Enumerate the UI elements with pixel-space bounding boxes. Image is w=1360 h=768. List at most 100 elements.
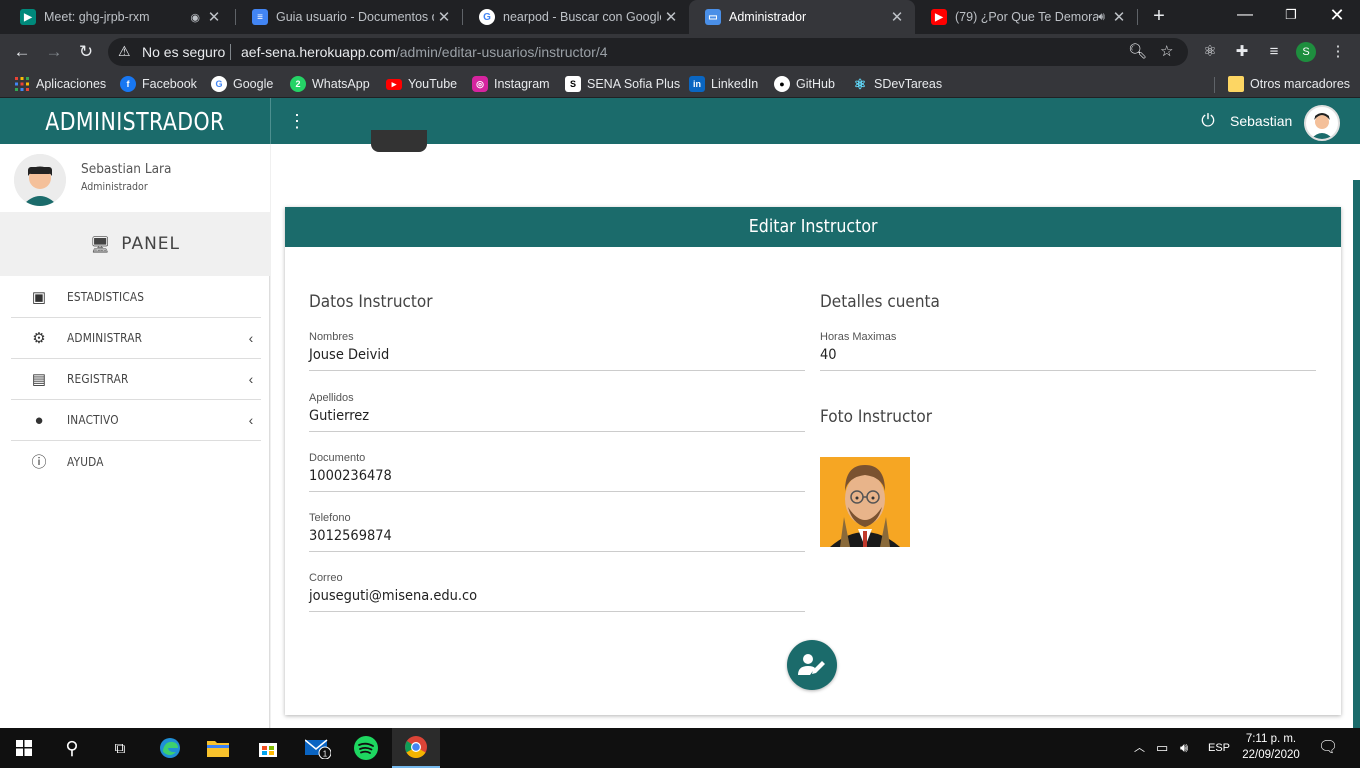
tray-expand-icon[interactable]: ︿ xyxy=(1134,728,1145,768)
store-icon[interactable] xyxy=(244,728,292,768)
bookmark-star-icon[interactable]: ☆ xyxy=(1160,42,1173,60)
sena-icon: S xyxy=(565,76,581,92)
bookmark-label: WhatsApp xyxy=(312,77,370,91)
bookmark-youtube[interactable]: ▸ YouTube xyxy=(386,75,457,93)
media-queue-icon[interactable]: ≡ xyxy=(1264,42,1284,62)
topbar-username[interactable]: Sebastian xyxy=(1230,113,1292,129)
react-devtools-icon[interactable]: ⚛ xyxy=(1200,42,1220,62)
field-label: Horas Maximas xyxy=(820,331,897,343)
bookmark-label: Otros marcadores xyxy=(1250,77,1351,91)
volume-icon[interactable]: 🔊︎ xyxy=(1180,728,1188,768)
sidebar-toggle-icon[interactable]: ⋮ xyxy=(288,110,306,132)
instagram-icon: ◎ xyxy=(472,76,488,92)
id-card-icon: ▤ xyxy=(31,371,47,388)
notifications-icon[interactable]: 🗨︎ xyxy=(1318,728,1338,768)
power-icon[interactable]: ⏻ xyxy=(1198,110,1218,132)
user-edit-icon xyxy=(798,654,825,675)
network-icon[interactable]: ▭ xyxy=(1156,728,1168,768)
minimize-icon[interactable]: — xyxy=(1222,0,1268,30)
windows-start-icon[interactable] xyxy=(0,728,48,768)
forward-icon[interactable]: → xyxy=(42,40,66,64)
omnibox-divider xyxy=(230,44,231,60)
bookmark-linkedin[interactable]: in LinkedIn xyxy=(689,75,758,93)
sidebar-item-ayuda[interactable]: ⓘ AYUDA xyxy=(11,441,261,482)
bookmark-sdevtareas[interactable]: ⚛ SDevTareas xyxy=(852,75,942,93)
sidebar-item-estadisticas[interactable]: ▣ ESTADISTICAS xyxy=(11,277,261,318)
github-icon: ● xyxy=(774,76,790,92)
system-clock[interactable]: 7:11 p. m. 22/09/2020 xyxy=(1236,731,1306,763)
youtube-icon: ▶ xyxy=(931,9,947,25)
nombres-field[interactable]: Nombres Jouse Deivid xyxy=(309,331,805,371)
close-icon[interactable]: ✕ xyxy=(204,8,224,26)
section-foto-instructor: Foto Instructor xyxy=(820,407,933,427)
field-value[interactable]: 1000236478 xyxy=(309,468,392,484)
panel-heading[interactable]: 🖥︎ PANEL xyxy=(0,212,270,276)
tab-administrador[interactable]: ▭ Administrador ✕ xyxy=(689,0,915,34)
clock-date: 22/09/2020 xyxy=(1242,749,1300,761)
speaker-icon[interactable]: 🔊︎ xyxy=(1098,11,1105,24)
tab-youtube-video[interactable]: ▶ (79) ¿Por Que Te Demoras 🔊︎ ✕ xyxy=(915,0,1137,34)
more-menu-icon[interactable]: ⋮ xyxy=(1328,42,1348,62)
search-icon[interactable]: ⚲ xyxy=(48,728,96,768)
spotify-icon[interactable] xyxy=(342,728,390,768)
edge-icon[interactable] xyxy=(146,728,194,768)
task-view-icon[interactable]: ⧉ xyxy=(96,728,144,768)
bookmark-whatsapp[interactable]: 2 WhatsApp xyxy=(290,75,370,93)
warning-icon[interactable]: ⚠ xyxy=(118,43,131,60)
reload-icon[interactable]: ↻ xyxy=(74,40,98,64)
new-tab-button[interactable]: + xyxy=(1148,4,1170,28)
edit-user-button[interactable] xyxy=(787,640,837,690)
tab-meet[interactable]: ▶ Meet: ghg-jrpb-rxm ◉ ✕ xyxy=(4,0,232,34)
bookmark-label: LinkedIn xyxy=(711,77,759,91)
close-icon[interactable]: ✕ xyxy=(434,8,454,26)
header-decoration xyxy=(371,130,427,152)
scrollbar[interactable] xyxy=(1353,180,1360,728)
bookmark-instagram[interactable]: ◎ Instagram xyxy=(472,75,550,93)
instructor-photo[interactable] xyxy=(820,457,910,547)
field-value[interactable]: Gutierrez xyxy=(309,408,369,424)
bookmark-other-folder[interactable]: Otros marcadores xyxy=(1228,75,1350,93)
bookmark-facebook[interactable]: f Facebook xyxy=(120,75,197,93)
docs-icon: ≡ xyxy=(252,9,268,25)
bookmark-google[interactable]: G Google xyxy=(211,75,273,93)
language-indicator[interactable]: ESP xyxy=(1208,728,1230,768)
file-explorer-icon[interactable] xyxy=(194,728,242,768)
bookmark-github[interactable]: ● GitHub xyxy=(774,75,835,93)
url-text[interactable]: aef-sena.herokuapp.com/admin/editar-usua… xyxy=(241,44,608,60)
close-icon[interactable]: ✕ xyxy=(1109,8,1129,26)
mail-icon[interactable]: 1 xyxy=(294,728,342,768)
tab-nearpod-search[interactable]: G nearpod - Buscar con Google ✕ xyxy=(463,0,689,34)
security-label[interactable]: No es seguro xyxy=(142,44,225,60)
telefono-field[interactable]: Telefono 3012569874 xyxy=(309,512,805,552)
avatar[interactable] xyxy=(1304,105,1340,141)
back-icon[interactable]: ← xyxy=(10,40,34,64)
close-icon[interactable]: ✕ xyxy=(887,8,907,26)
folder-icon xyxy=(1228,76,1244,92)
restore-icon[interactable]: ❐ xyxy=(1268,0,1314,30)
documento-field[interactable]: Documento 1000236478 xyxy=(309,452,805,492)
bookmark-sena[interactable]: S SENA Sofia Plus xyxy=(565,75,680,93)
chrome-icon[interactable] xyxy=(392,728,440,768)
bookmark-apps[interactable]: Aplicaciones xyxy=(14,75,106,93)
field-label: Nombres xyxy=(309,331,354,343)
apellidos-field[interactable]: Apellidos Gutierrez xyxy=(309,392,805,432)
sidebar-item-administrar[interactable]: ⚙ ADMINISTRAR ‹ xyxy=(11,318,261,359)
horas-maximas-field[interactable]: Horas Maximas 40 xyxy=(820,331,1316,371)
field-value[interactable]: jouseguti@misena.edu.co xyxy=(309,588,477,604)
tab-guia-usuario[interactable]: ≡ Guia usuario - Documentos de ✕ xyxy=(236,0,462,34)
profile-avatar[interactable]: S xyxy=(1296,42,1316,62)
sidebar-item-inactivo[interactable]: ● INACTIVO ‹ xyxy=(11,400,261,441)
close-window-icon[interactable]: ✕ xyxy=(1314,0,1360,30)
field-value[interactable]: 40 xyxy=(820,347,837,363)
extensions-puzzle-icon[interactable]: ✚ xyxy=(1232,42,1252,62)
sidebar-item-registrar[interactable]: ▤ REGISTRAR ‹ xyxy=(11,359,261,400)
zoom-search-icon[interactable]: 🔍︎ xyxy=(1128,42,1147,60)
bookmark-label: Google xyxy=(233,77,274,91)
address-bar[interactable]: ⚠ No es seguro aef-sena.herokuapp.com/ad… xyxy=(108,38,1188,66)
close-icon[interactable]: ✕ xyxy=(661,8,681,26)
field-value[interactable]: Jouse Deivid xyxy=(309,347,389,363)
section-detalles-cuenta: Detalles cuenta xyxy=(820,292,940,312)
brand-title[interactable]: ADMINISTRADOR xyxy=(24,98,245,144)
correo-field[interactable]: Correo jouseguti@misena.edu.co xyxy=(309,572,805,612)
field-value[interactable]: 3012569874 xyxy=(309,528,392,544)
